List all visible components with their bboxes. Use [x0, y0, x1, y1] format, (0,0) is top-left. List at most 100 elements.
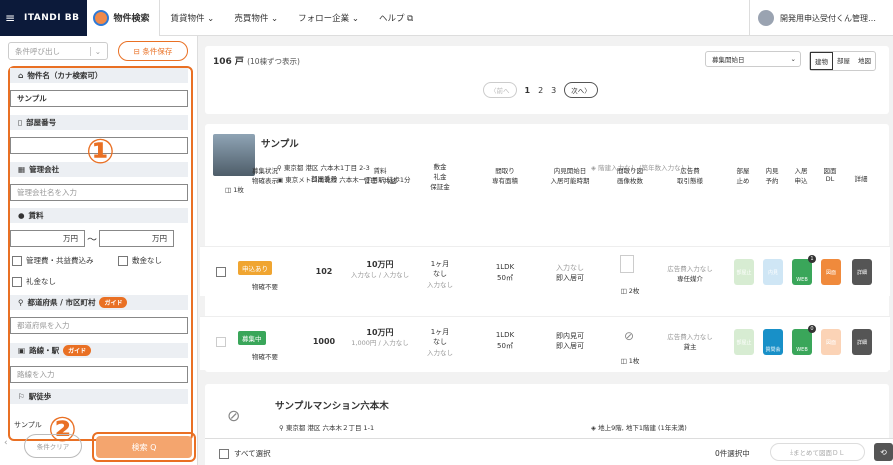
clear-conditions-button[interactable]: 条件クリア: [24, 434, 82, 458]
view-date: 入力なし: [556, 264, 584, 272]
tab-room[interactable]: 部屋: [833, 52, 854, 70]
consult-button[interactable]: 質問会: [763, 329, 783, 355]
nav-follow[interactable]: フォロー企業 ⌄: [288, 0, 369, 36]
web-apply-button[interactable]: WEB: [792, 329, 812, 355]
placeholder: 路線を入力: [17, 370, 55, 379]
count-value: 106 戸: [213, 57, 244, 67]
property-name-input[interactable]: サンプル: [10, 90, 188, 107]
col-layout: 間取り 専有面積: [492, 167, 518, 185]
room-stop-button[interactable]: 部屋止: [734, 329, 754, 355]
deal-type: 専任媒介: [677, 275, 703, 283]
collapse-icon[interactable]: ‹: [4, 438, 8, 448]
building-floors: ◈ 地上9階, 地下1階建 (1年未満): [591, 424, 687, 432]
label-text: 駅徒歩: [28, 392, 52, 401]
area: 50㎡: [497, 274, 513, 282]
range-separator: 〜: [87, 235, 97, 246]
preset-select[interactable]: 条件呼び出し ⌄: [8, 42, 108, 60]
table-row: 募集中 物確不要 1000 10万円 1,000円 / 入力なし 1ヶ月 なし …: [200, 316, 890, 370]
no-deposit-checkbox[interactable]: 敷金なし: [118, 255, 162, 266]
prefecture-label: ⚲ 都道府県 / 市区町村 ガイド: [10, 295, 188, 310]
brand-logo[interactable]: ITANDI BB: [20, 0, 88, 36]
address-text: 東京都 港区 六本木２丁目 1-1: [285, 424, 375, 432]
building-name[interactable]: サンプル: [261, 136, 299, 150]
select-all-checkbox[interactable]: すべて選択: [219, 448, 271, 459]
label-text: 路線・駅: [29, 346, 60, 355]
guide-badge[interactable]: ガイド: [99, 297, 128, 308]
col-status: 募集状況 物確表示: [252, 167, 278, 185]
col-deposit: 敷金 礼金 保証金: [430, 163, 450, 191]
prev-page-button[interactable]: 〈前へ: [483, 82, 517, 98]
room-number-label: ▯ 部屋番号: [10, 115, 188, 130]
label-text: 物件名（カナ検索可）: [27, 71, 103, 80]
view-booking-button[interactable]: 内見: [763, 259, 783, 285]
page-2[interactable]: 2: [538, 86, 543, 95]
table-header: 募集状況 物確表示 部屋番号 賃料 管理・共益 敷金 礼金 保証金 間取り 専有…: [200, 163, 890, 197]
user-name: 開発用申込受付くん管理…: [780, 13, 876, 23]
footer-bar: すべて選択 0件選択中 ⤓ まとめて図面ＤＬ ⟲: [205, 438, 893, 465]
web-apply-button[interactable]: WEB: [792, 259, 812, 285]
checkbox-box[interactable]: [219, 448, 229, 459]
floorplan-thumbnail[interactable]: [620, 255, 634, 273]
results-count: 106 戸 (10棟ずつ表示): [213, 54, 300, 67]
prefecture-input[interactable]: 都道府県を入力: [10, 317, 188, 334]
image-count: ◫ 1枚: [620, 357, 640, 365]
chevron-down-icon: ⌄: [89, 46, 107, 56]
search-button[interactable]: 検索 Q: [96, 436, 192, 458]
page-1[interactable]: 1: [525, 86, 531, 95]
bulk-download-button[interactable]: ⤓ まとめて図面ＤＬ: [770, 443, 865, 461]
door-icon: ▯: [18, 118, 23, 127]
next-page-button[interactable]: 次へ〉: [564, 82, 598, 98]
app-logo-icon: [93, 9, 110, 26]
tab-building[interactable]: 建物: [810, 52, 833, 70]
no-key-money-checkbox[interactable]: 礼金なし: [12, 276, 56, 287]
view-toggle: 建物 部屋 地図: [809, 51, 876, 71]
line-input[interactable]: 路線を入力: [10, 366, 188, 383]
avatar: [758, 10, 774, 26]
download-zumen-button[interactable]: 図面: [821, 329, 841, 355]
fee-value: 1,000円 / 入力なし: [351, 339, 409, 347]
nav-help[interactable]: ヘルプ ⧉: [369, 0, 423, 36]
mgmt-fee-checkbox[interactable]: 管理費・共益費込み: [12, 255, 94, 266]
search-sidebar: 条件呼び出し ⌄ ⊟ 条件保存 ⌂ 物件名（カナ検索可） サンプル ▯ 部屋番号 ▦…: [0, 36, 198, 465]
label-text: 賃料: [28, 211, 44, 220]
detail-button[interactable]: 詳細: [852, 329, 872, 355]
deal-type: 貸主: [683, 343, 697, 351]
tab-property-search[interactable]: 物件検索: [87, 0, 161, 36]
management-input[interactable]: 管理会社名を入力: [10, 184, 188, 201]
col-apply: 入居 申込: [794, 167, 808, 185]
sort-select[interactable]: 募集開始日 ⌄: [705, 51, 801, 67]
row-checkbox[interactable]: [216, 267, 226, 277]
count-sub: (10棟ずつ表示): [247, 57, 300, 66]
building-name[interactable]: サンプルマンション六本木: [275, 398, 389, 412]
property-name-label: ⌂ 物件名（カナ検索可）: [10, 68, 188, 83]
room-number: 102: [315, 267, 333, 276]
nav-rental[interactable]: 賃貸物件 ⌄: [160, 0, 224, 36]
save-preset-button[interactable]: ⊟ 条件保存: [118, 41, 188, 61]
label-text: 部屋番号: [26, 118, 57, 127]
checkbox-box[interactable]: [118, 255, 128, 266]
room-stop-button[interactable]: 部屋止: [734, 259, 754, 285]
coin-icon: ●: [18, 211, 25, 220]
user-menu[interactable]: 開発用申込受付くん管理…: [749, 0, 893, 36]
checkbox-box[interactable]: [12, 276, 22, 287]
annotation-number-1: ①: [86, 132, 115, 172]
menu-icon[interactable]: ≡: [0, 0, 20, 36]
building-address: ⚲ 東京都 港区 六本木２丁目 1-1: [279, 424, 375, 432]
refresh-icon[interactable]: ⟲: [874, 443, 893, 461]
results-header: 106 戸 (10棟ずつ表示) 募集開始日 ⌄ 建物 部屋 地図 〈前へ 1 2 …: [205, 46, 889, 114]
download-zumen-button[interactable]: 図面: [821, 259, 841, 285]
tab-label: 物件検索: [113, 14, 150, 24]
rent-max-input[interactable]: 万円: [99, 230, 174, 247]
detail-button[interactable]: 詳細: [852, 259, 872, 285]
row-checkbox[interactable]: [216, 337, 226, 347]
col-images: 間取り図 画像枚数: [617, 167, 643, 185]
checkbox-box[interactable]: [12, 255, 22, 266]
view-date: 即内見可: [556, 332, 584, 340]
rent-min-input[interactable]: 万円: [10, 230, 85, 247]
nav-sale[interactable]: 売買物件 ⌄: [224, 0, 288, 36]
tab-map[interactable]: 地図: [854, 52, 875, 70]
no-image-icon: ⊘: [624, 329, 635, 343]
page-3[interactable]: 3: [551, 86, 556, 95]
guide-badge[interactable]: ガイド: [63, 345, 92, 356]
guarantee: 入力なし: [427, 281, 453, 289]
